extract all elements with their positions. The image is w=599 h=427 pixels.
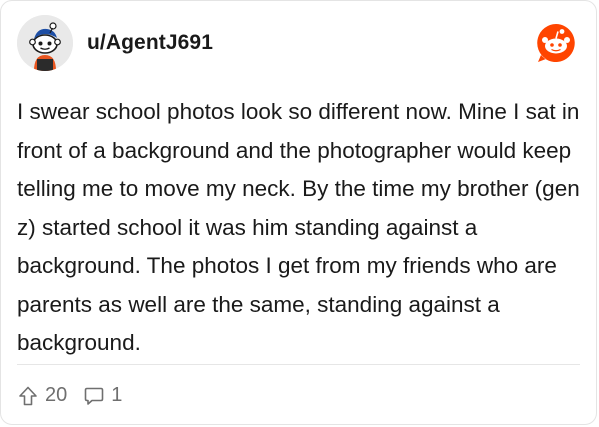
- upvote-button[interactable]: 20: [17, 384, 67, 407]
- post-actions: 20 1: [17, 384, 122, 407]
- username[interactable]: u/AgentJ691: [87, 31, 213, 55]
- upvote-arrow-icon: [19, 386, 37, 405]
- divider: [17, 364, 580, 365]
- comment-bubble-icon: [84, 387, 104, 405]
- comment-button[interactable]: 1: [83, 384, 122, 407]
- post-body: I swear school photos look so different …: [17, 99, 580, 355]
- reddit-logo-icon: [534, 21, 578, 65]
- post-header: u/AgentJ691: [17, 15, 213, 71]
- user-avatar[interactable]: [17, 15, 73, 71]
- comment-count: 1: [111, 384, 123, 406]
- post-card: u/AgentJ691 I swear school photos look s…: [0, 0, 597, 425]
- snoo-avatar-icon: [17, 15, 73, 71]
- upvote-count: 20: [45, 384, 68, 406]
